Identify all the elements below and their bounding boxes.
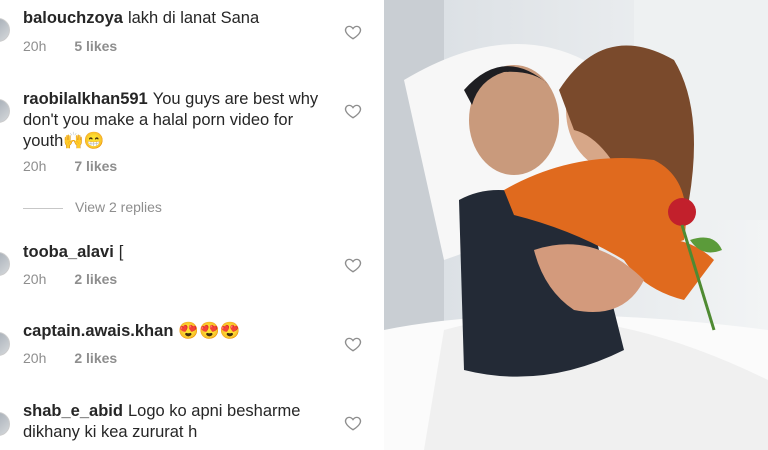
comment-time: 20h [23,38,47,54]
heart-outline-icon[interactable] [344,414,362,432]
comment-emoji: 😍😍😍 [178,322,241,340]
avatar[interactable] [0,252,10,276]
comment-text: tooba_alavi[ [23,242,323,263]
comment-meta: 20h 7 likes [23,158,117,174]
avatar[interactable] [0,99,10,123]
comment-body: lakh di lanat Sana [127,9,260,27]
comment-time: 20h [23,271,47,287]
heart-outline-icon[interactable] [344,102,362,120]
comment-body: [ [118,243,124,261]
replies-divider [23,207,63,209]
comment-likes[interactable]: 5 likes [74,38,117,54]
comment-text: raobilalkhan591 You guys are best why don… [23,89,323,152]
comment-username[interactable]: shab_e_abid [23,402,123,420]
comment-text: balouchzoya lakh di lanat Sana [23,8,323,29]
comment-text: shab_e_abid Logo ko apni besharme dikhany… [23,401,323,443]
view-replies-label[interactable]: View 2 replies [75,199,162,215]
comment-text: captain.awais.khan 😍😍😍 [23,321,323,342]
comment-meta: 20h 2 likes [23,350,117,366]
comment-username[interactable]: raobilalkhan591 [23,90,148,108]
comment-likes[interactable]: 2 likes [74,271,117,287]
comment-emoji: 🙌😁 [63,132,105,150]
heart-outline-icon[interactable] [344,335,362,353]
post-photo [384,0,768,450]
comment-likes[interactable]: 7 likes [74,158,117,174]
view-replies-link[interactable]: View 2 replies [23,199,162,215]
comments-panel: balouchzoya lakh di lanat Sana 20h 5 likes… [0,0,384,450]
comment-time: 20h [23,350,47,366]
comment-username[interactable]: captain.awais.khan [23,322,173,340]
comment-meta: 20h 2 likes [23,271,117,287]
comment-time: 20h [23,158,47,174]
avatar[interactable] [0,18,10,42]
comment-username[interactable]: tooba_alavi [23,243,114,261]
comment-likes[interactable]: 2 likes [74,350,117,366]
comment-meta: 20h 5 likes [23,38,117,54]
heart-outline-icon[interactable] [344,256,362,274]
heart-outline-icon[interactable] [344,23,362,41]
avatar[interactable] [0,412,10,436]
couple-photo-illustration [384,0,768,450]
comment-username[interactable]: balouchzoya [23,9,123,27]
avatar[interactable] [0,332,10,356]
